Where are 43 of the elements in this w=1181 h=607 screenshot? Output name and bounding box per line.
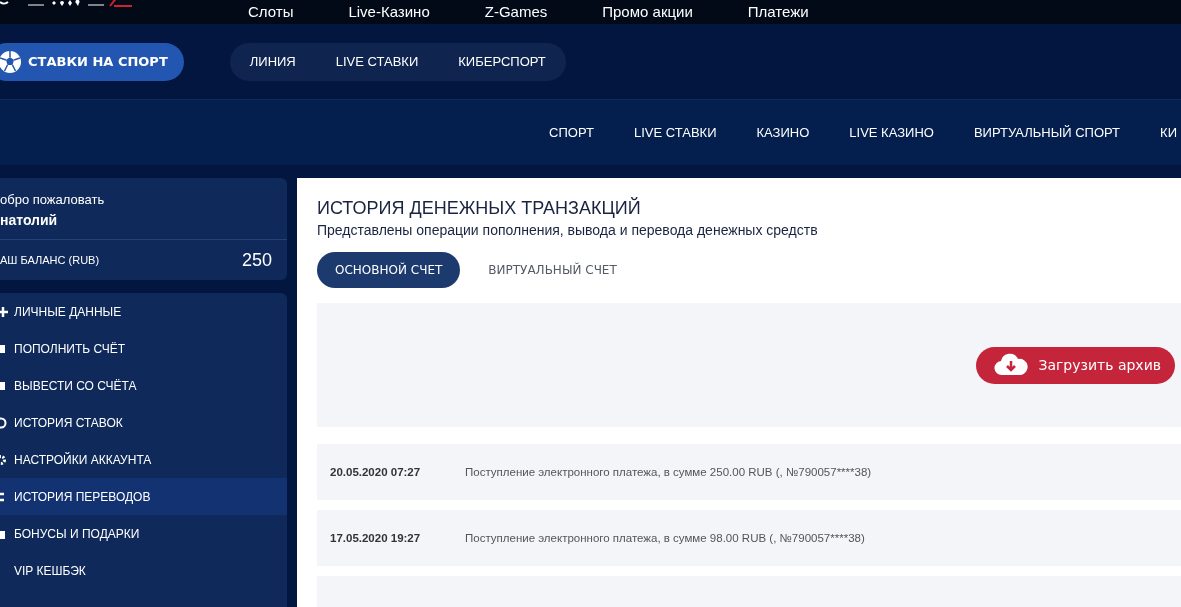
sidebar-item[interactable]: ПОПОЛНИТЬ СЧЁТ <box>0 330 287 367</box>
transaction-description: Поступление электронного платежа, в сумме 98.00 RUB (, №790057****38) <box>465 532 865 544</box>
balance-value: 250 <box>241 249 272 271</box>
menu-icon <box>0 453 8 466</box>
top-nav-link[interactable]: Промо акции <box>602 3 693 24</box>
sidebar-item[interactable]: ИСТОРИЯ ПЕРЕВОДОВ <box>0 478 287 515</box>
account-tab[interactable]: ВИРТУАЛЬНЫЙ СЧЕТ <box>470 252 635 288</box>
main-nav-link[interactable]: ВИРТУАЛЬНЫЙ СПОРТ <box>973 125 1121 140</box>
sidebar-item[interactable]: ИСТОРИЯ СТАВОК <box>0 404 287 441</box>
balance-label: АШ БАЛАНС (RUB) <box>0 254 100 266</box>
main-nav-link[interactable]: КАЗИНО <box>756 125 810 140</box>
menu-icon <box>0 416 8 429</box>
main-nav-link[interactable]: КИ <box>1160 125 1177 140</box>
sport-tab[interactable]: КИБЕРСПОРТ <box>458 54 546 69</box>
user-name: натолий <box>0 211 59 230</box>
sport-bets-button[interactable]: СТАВКИ НА СПОРТ <box>0 42 184 81</box>
greeting-text: обро пожаловать <box>0 191 106 209</box>
main-nav-link[interactable]: СПОРТ <box>549 125 594 140</box>
sidebar-item[interactable]: БОНУСЫ И ПОДАРКИ <box>0 515 287 552</box>
cloud-download-icon <box>994 353 1029 377</box>
main-nav-link[interactable]: LIVE КАЗИНО <box>849 125 934 140</box>
sidebar-item[interactable]: VIP КЕШБЭК <box>0 552 287 589</box>
sidebar-item[interactable]: НАСТРОЙКИ АККАУНТА <box>0 441 287 478</box>
account-tab[interactable]: ОСНОВНОЙ СЧЕТ <box>317 252 461 288</box>
transaction-date: 17.05.2020 19:27 <box>330 532 422 544</box>
page-subtitle: Представлены операции пополнения, вывода и перевода денежных средств <box>317 222 819 238</box>
menu-icon <box>0 342 8 355</box>
menu-icon <box>0 379 8 392</box>
menu-icon <box>0 305 8 318</box>
main-nav-link[interactable]: LIVE СТАВКИ <box>633 125 717 140</box>
sport-tab[interactable]: LIVE СТАВКИ <box>335 54 419 69</box>
sport-tab[interactable]: ЛИНИЯ <box>249 54 296 69</box>
soccer-ball-icon <box>0 49 22 74</box>
top-nav-link[interactable]: Слоты <box>248 3 294 24</box>
sidebar-item[interactable]: ЛИЧНЫЕ ДАННЫЕ <box>0 293 287 330</box>
transaction-date: 20.05.2020 07:27 <box>330 466 422 478</box>
top-nav-link[interactable]: Z-Games <box>484 3 548 24</box>
transaction-description: Поступление электронного платежа, в сумме 250.00 RUB (, №790057****38) <box>465 466 872 478</box>
page-title: ИСТОРИЯ ДЕНЕЖНЫХ ТРАНЗАКЦИЙ <box>317 196 642 220</box>
top-nav-link[interactable]: Live-Казино <box>348 3 430 24</box>
download-archive-button[interactable]: Загрузить архив <box>976 346 1175 384</box>
sidebar-item[interactable]: ВЫВЕСТИ СО СЧЁТА <box>0 367 287 404</box>
top-nav-link[interactable]: Платежи <box>747 3 809 24</box>
